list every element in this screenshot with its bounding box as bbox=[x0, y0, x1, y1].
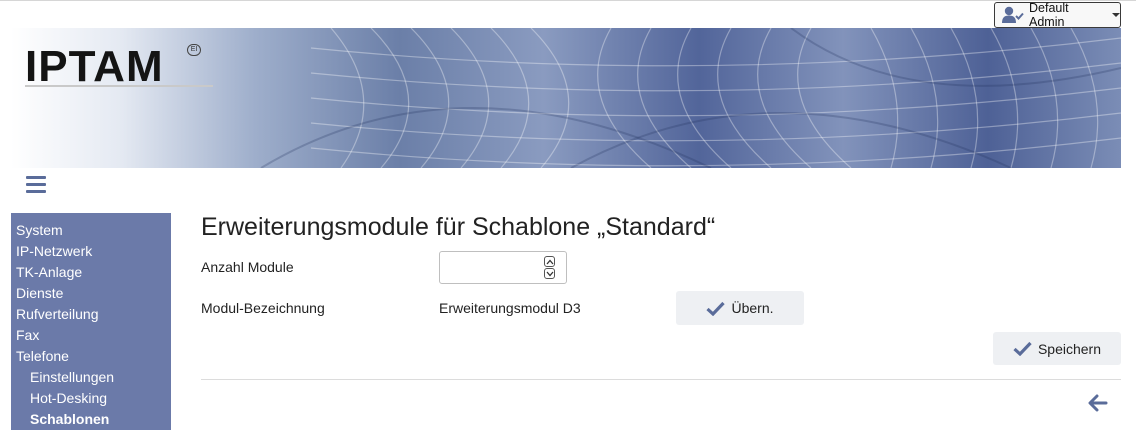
sidebar-item-ip-netzwerk[interactable]: IP-Netzwerk bbox=[11, 241, 171, 262]
caret-down-icon bbox=[1112, 13, 1120, 17]
sidebar-item-rufverteilung[interactable]: Rufverteilung bbox=[11, 304, 171, 325]
uebernehmen-label: Übern. bbox=[731, 300, 774, 316]
user-check-icon bbox=[1002, 6, 1024, 24]
modul-bezeichnung-value: Erweiterungsmodul D3 bbox=[439, 300, 581, 316]
spinner-up-icon[interactable] bbox=[544, 256, 555, 267]
sidebar-nav: System IP-Netzwerk TK-Anlage Dienste Ruf… bbox=[11, 213, 171, 430]
sidebar-item-tk-anlage[interactable]: TK-Anlage bbox=[11, 262, 171, 283]
user-menu-label: Default Admin bbox=[1029, 1, 1069, 29]
spinner-down-icon[interactable] bbox=[544, 268, 555, 279]
sidebar-item-system[interactable]: System bbox=[11, 220, 171, 241]
sidebar-item-hot-desking[interactable]: Hot-Desking bbox=[11, 388, 171, 409]
header-banner: IPTAM EI bbox=[11, 28, 1121, 168]
logo-underline bbox=[25, 85, 213, 87]
logo-registered-mark: EI bbox=[187, 44, 201, 56]
sidebar-item-einstellungen[interactable]: Einstellungen bbox=[11, 367, 171, 388]
anzahl-module-input[interactable] bbox=[439, 251, 567, 284]
hamburger-menu-icon[interactable] bbox=[26, 176, 46, 194]
content-divider bbox=[201, 379, 1121, 380]
modul-bezeichnung-label: Modul-Bezeichnung bbox=[201, 300, 325, 316]
speichern-button[interactable]: Speichern bbox=[993, 332, 1121, 365]
page-title: Erweiterungsmodule für Schablone „Standa… bbox=[201, 213, 716, 241]
back-arrow-icon[interactable] bbox=[1088, 394, 1108, 412]
banner-grid-pattern bbox=[260, 28, 1121, 168]
sidebar-item-telefone[interactable]: Telefone bbox=[11, 346, 171, 367]
user-menu-button[interactable]: Default Admin bbox=[994, 1, 1121, 29]
top-border bbox=[0, 0, 1136, 1]
uebernehmen-button[interactable]: Übern. bbox=[676, 291, 804, 325]
sidebar-item-schablonen[interactable]: Schablonen bbox=[11, 409, 171, 430]
check-icon bbox=[1013, 341, 1032, 356]
sidebar-item-dienste[interactable]: Dienste bbox=[11, 283, 171, 304]
anzahl-module-label: Anzahl Module bbox=[201, 259, 294, 275]
speichern-label: Speichern bbox=[1037, 340, 1102, 357]
check-icon bbox=[706, 301, 726, 316]
sidebar-item-fax[interactable]: Fax bbox=[11, 325, 171, 346]
